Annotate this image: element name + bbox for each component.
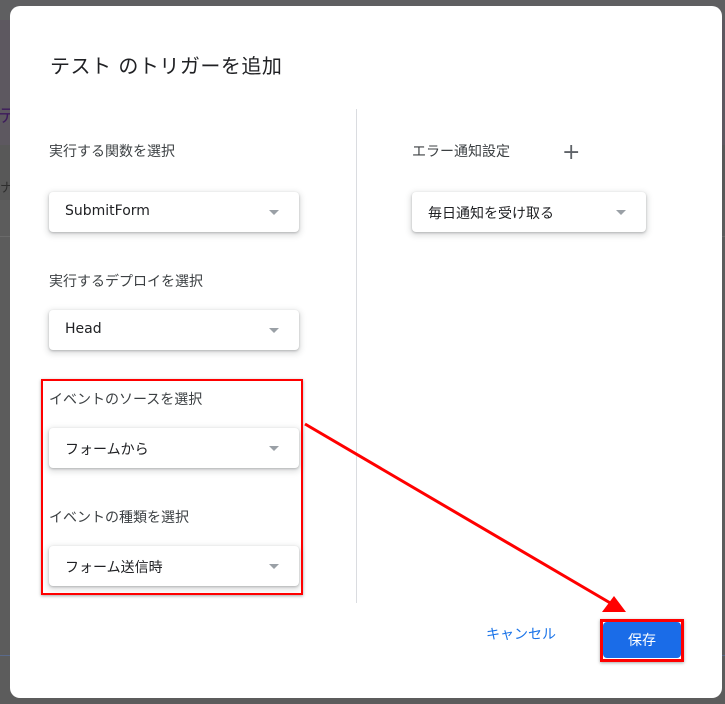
deployment-label: 実行するデプロイを選択: [49, 274, 203, 290]
error-notification-label: エラー通知設定: [412, 144, 510, 160]
column-divider: [356, 109, 357, 603]
annotation-highlight-event-fields: [41, 379, 303, 595]
dropdown-arrow-icon: [269, 328, 279, 333]
dropdown-arrow-icon: [269, 210, 279, 215]
function-select-value: SubmitForm: [65, 203, 150, 219]
error-notification-select[interactable]: 毎日通知を受け取る: [412, 192, 646, 232]
function-label: 実行する関数を選択: [49, 144, 175, 160]
function-select[interactable]: SubmitForm: [49, 192, 299, 232]
dropdown-arrow-icon: [616, 210, 626, 215]
deployment-select[interactable]: Head: [49, 310, 299, 350]
dialog-title: テスト のトリガーを追加: [50, 54, 283, 78]
plus-icon[interactable]: +: [562, 142, 580, 164]
annotation-highlight-save-button: [600, 619, 684, 662]
cancel-button[interactable]: キャンセル: [486, 624, 556, 644]
error-notification-select-value: 毎日通知を受け取る: [428, 206, 554, 222]
deployment-select-value: Head: [65, 321, 102, 337]
